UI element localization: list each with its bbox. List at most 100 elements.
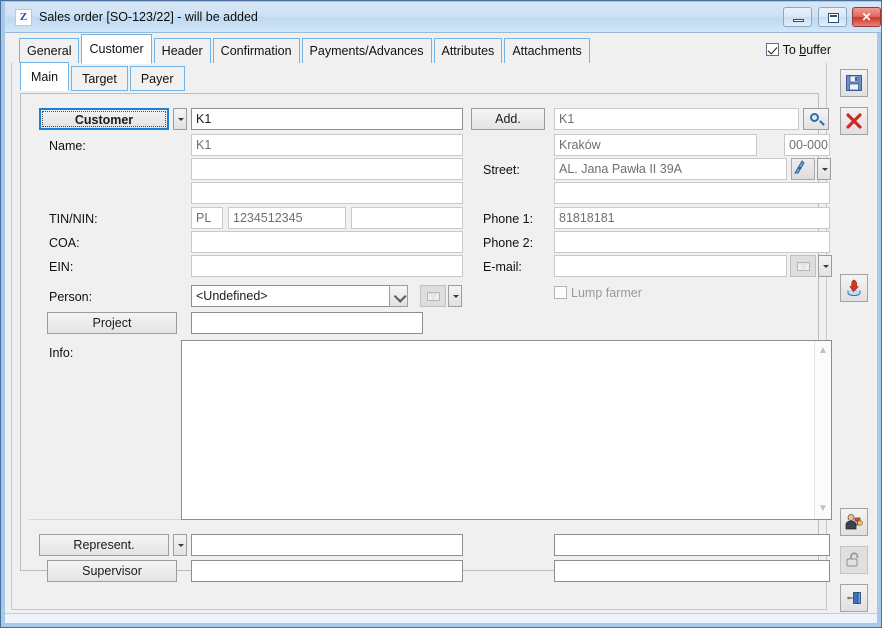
subtab-main[interactable]: Main	[20, 62, 70, 91]
lump-farmer-checkmark	[554, 286, 567, 299]
phone1-label: Phone 1:	[483, 212, 534, 226]
minimize-button[interactable]	[783, 7, 813, 27]
window-title: Sales order [SO-123/22] - will be added	[39, 10, 258, 24]
tin-label: TIN/NIN:	[49, 212, 98, 226]
envelope-icon	[427, 292, 440, 301]
email-label: E-mail:	[483, 260, 522, 274]
person-combobox[interactable]: <Undefined>	[191, 285, 408, 307]
customer-tab-panel: Main Target Payer Customer K1 Name: K1 TIN…	[11, 62, 832, 610]
supervisor-second-input[interactable]	[554, 560, 830, 582]
tab-payments-advances[interactable]: Payments/Advances	[301, 38, 432, 64]
person-email-button[interactable]	[420, 285, 446, 307]
ein-label: EIN:	[49, 260, 74, 274]
phone2-label: Phone 2:	[483, 236, 534, 250]
to-buffer-label-prefix: To	[782, 43, 800, 57]
pin-button[interactable]	[840, 584, 868, 612]
name-label: Name:	[49, 139, 86, 153]
name-line3-input[interactable]	[191, 182, 463, 204]
chevron-down-icon[interactable]	[389, 285, 408, 307]
street-line2-input[interactable]	[554, 182, 830, 204]
tab-attachments[interactable]: Attachments	[504, 38, 590, 64]
close-icon: ✕	[861, 10, 872, 24]
window-frame: Z Sales order [SO-123/22] - will be adde…	[1, 1, 881, 627]
email-input[interactable]	[554, 255, 787, 277]
import-icon	[847, 279, 861, 297]
save-button[interactable]	[840, 69, 868, 97]
title-bar: Z Sales order [SO-123/22] - will be adde…	[5, 2, 881, 33]
represent-input[interactable]	[191, 534, 463, 556]
map-button[interactable]	[791, 158, 815, 180]
name-line1-input[interactable]: K1	[191, 134, 463, 156]
scroll-down-icon[interactable]: ▼	[815, 501, 831, 517]
project-input[interactable]	[191, 312, 423, 334]
tab-attributes[interactable]: Attributes	[433, 38, 503, 64]
customer-group-box: Customer K1 Name: K1 TIN/NIN: PL 1234512…	[20, 93, 832, 582]
tab-customer[interactable]: Customer	[81, 34, 152, 64]
close-button[interactable]: ✕	[852, 7, 881, 27]
info-scrollbar[interactable]: ▲ ▼	[814, 341, 831, 519]
tin-number-input[interactable]: 1234512345	[228, 207, 346, 229]
info-textarea[interactable]: ▲ ▼	[181, 340, 832, 520]
coa-input[interactable]	[191, 231, 463, 253]
phone2-input[interactable]	[554, 231, 830, 253]
person-rights-icon	[845, 514, 863, 530]
customer-code-input[interactable]: K1	[191, 108, 463, 130]
person-rights-button[interactable]	[840, 508, 868, 536]
scroll-up-icon[interactable]: ▲	[815, 343, 831, 359]
tab-header[interactable]: Header	[153, 38, 211, 64]
main-tabstrip: General Customer Header Confirmation Payment…	[19, 34, 592, 64]
email-dropdown-arrow[interactable]	[818, 255, 832, 277]
lump-farmer-label: Lump farmer	[571, 286, 642, 300]
lump-farmer-checkbox[interactable]: Lump farmer	[554, 286, 642, 300]
customer-button-label: Customer	[42, 111, 166, 127]
tin-prefix-input[interactable]: PL	[191, 207, 223, 229]
sub-tabstrip: Main Target Payer	[20, 62, 187, 93]
window-controls: ✕	[781, 7, 881, 28]
project-button-label: Project	[92, 316, 132, 330]
subtab-payer[interactable]: Payer	[129, 66, 185, 91]
represent-button[interactable]: Represent.	[39, 534, 169, 556]
import-button[interactable]	[840, 274, 868, 302]
envelope-icon	[797, 262, 810, 271]
cancel-button[interactable]	[840, 107, 868, 135]
postcode-input[interactable]: 00-000	[784, 134, 830, 156]
status-bar	[5, 613, 877, 623]
represent-dropdown-arrow[interactable]	[173, 534, 187, 556]
subtab-target[interactable]: Target	[71, 66, 128, 91]
customer-dropdown-arrow[interactable]	[173, 108, 187, 130]
unlock-button[interactable]	[840, 546, 868, 574]
supervisor-input[interactable]	[191, 560, 463, 582]
add-button[interactable]: Add.	[471, 108, 545, 130]
minimize-icon	[793, 19, 805, 22]
supervisor-button[interactable]: Supervisor	[47, 560, 177, 582]
project-button[interactable]: Project	[47, 312, 177, 334]
street-label: Street:	[483, 163, 520, 177]
tab-general[interactable]: General	[19, 38, 80, 64]
cancel-icon	[846, 113, 862, 129]
map-dropdown-arrow[interactable]	[817, 158, 831, 180]
email-send-button[interactable]	[790, 255, 816, 277]
name-line2-input[interactable]	[191, 158, 463, 180]
tab-confirmation[interactable]: Confirmation	[212, 38, 300, 64]
person-label: Person:	[49, 290, 93, 304]
map-icon	[794, 160, 805, 174]
phone1-input[interactable]: 81818181	[554, 207, 830, 229]
to-buffer-checkbox[interactable]: To buffer	[765, 43, 831, 57]
address-code-input[interactable]: K1	[554, 108, 799, 130]
street-input[interactable]: AL. Jana Pawła II 39A	[554, 158, 787, 180]
info-label: Info:	[49, 346, 74, 360]
represent-second-input[interactable]	[554, 534, 830, 556]
restore-icon	[827, 13, 839, 23]
restore-button[interactable]	[817, 7, 847, 27]
address-search-button[interactable]	[803, 108, 829, 130]
search-icon	[810, 113, 819, 122]
to-buffer-label-suffix: uffer	[806, 43, 831, 57]
customer-button[interactable]: Customer	[39, 108, 169, 130]
unlock-icon	[846, 552, 859, 567]
tin-extra-input[interactable]	[351, 207, 463, 229]
ein-input[interactable]	[191, 255, 463, 277]
app-icon: Z	[15, 9, 32, 26]
person-email-dropdown-arrow[interactable]	[448, 285, 462, 307]
pin-icon	[847, 592, 861, 604]
city-input[interactable]: Kraków	[554, 134, 757, 156]
